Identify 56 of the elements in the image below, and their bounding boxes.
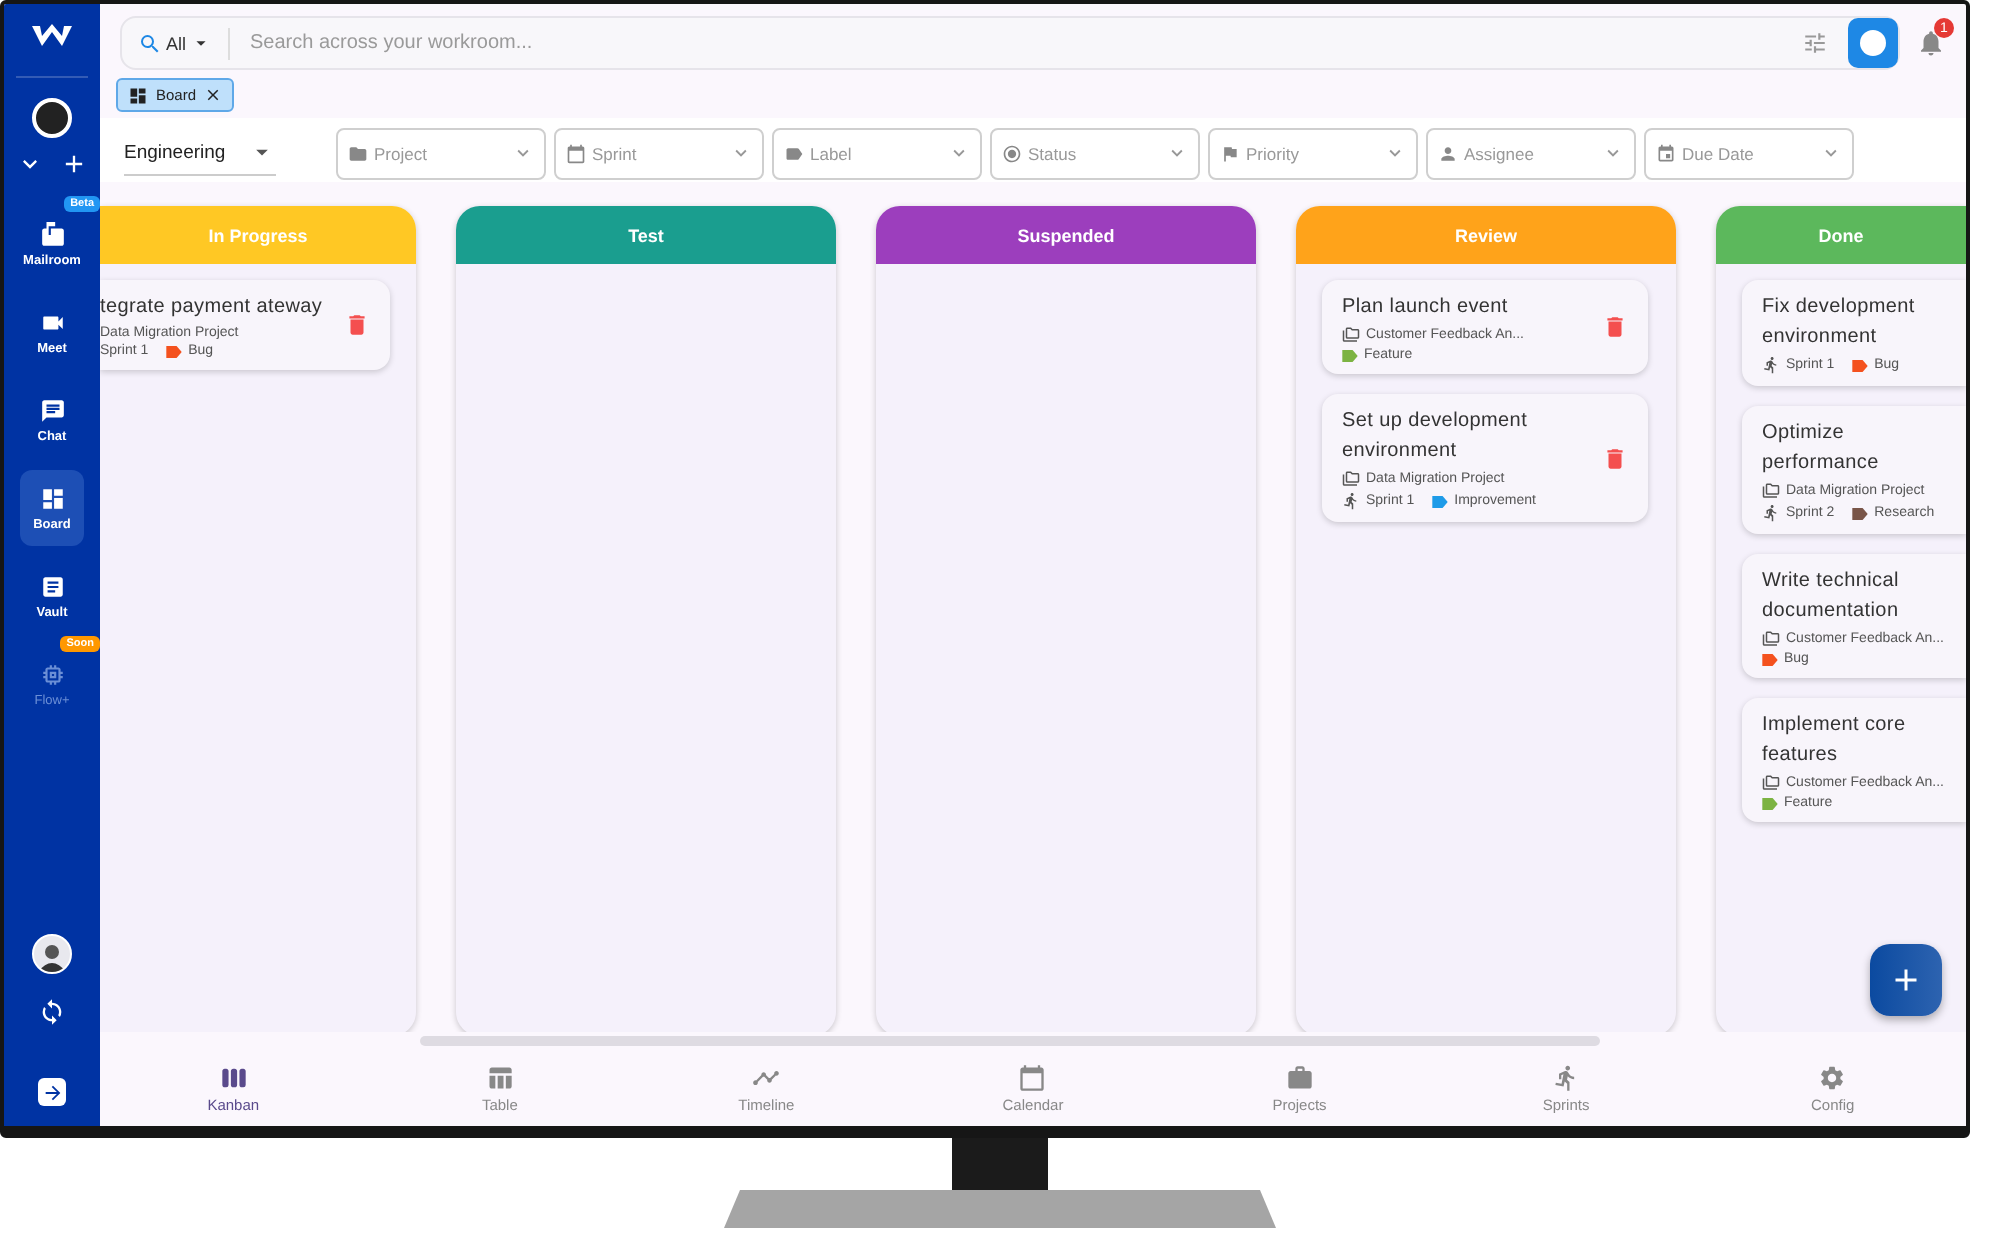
folders-icon xyxy=(1342,470,1360,488)
plus-icon[interactable] xyxy=(60,150,88,178)
chat-button[interactable] xyxy=(1848,18,1898,68)
column-header: Suspended xyxy=(876,206,1256,264)
card-title: Plan launch event xyxy=(1342,294,1510,322)
tag-icon xyxy=(784,143,804,163)
mailbox-icon xyxy=(39,221,65,247)
notification-bell-icon[interactable] xyxy=(1916,28,1946,58)
search-scope-dropdown[interactable]: All xyxy=(138,27,231,59)
dashboard-icon xyxy=(128,85,148,105)
card-title: Optimize performance xyxy=(1762,420,1881,478)
card-title: Fix development environment xyxy=(1762,294,1917,352)
folders-icon xyxy=(1342,326,1360,344)
add-button[interactable] xyxy=(1870,944,1942,1016)
logout-button[interactable] xyxy=(38,1078,66,1106)
user-avatar[interactable] xyxy=(32,934,72,974)
workspace-avatar[interactable] xyxy=(32,98,72,138)
calendar-icon xyxy=(1656,143,1676,163)
card-title: tegrate payment ateway xyxy=(100,294,325,322)
column-header: In Progress xyxy=(100,206,416,264)
sync-icon[interactable] xyxy=(38,998,66,1026)
filter-settings-icon[interactable] xyxy=(1802,30,1828,56)
running-person-icon xyxy=(1762,356,1780,374)
column-header: Test xyxy=(456,206,836,264)
card-title: Set up development environment xyxy=(1342,408,1530,466)
chat-icon xyxy=(39,397,65,423)
delete-icon[interactable] xyxy=(1602,445,1628,471)
settings-icon xyxy=(1818,1064,1847,1092)
columns-icon xyxy=(219,1064,248,1092)
folders-icon xyxy=(1762,774,1780,792)
search-icon xyxy=(138,31,162,55)
briefcase-icon xyxy=(1285,1064,1314,1092)
person-icon xyxy=(1438,143,1458,163)
scrollbar[interactable] xyxy=(420,1036,1600,1046)
folders-icon xyxy=(1762,482,1780,500)
column-header: Review xyxy=(1296,206,1676,264)
dashboard-icon xyxy=(39,485,65,511)
close-icon[interactable] xyxy=(204,86,223,104)
card-title: Implement core features xyxy=(1762,712,1908,770)
delete-icon[interactable] xyxy=(344,312,370,338)
calendar-icon xyxy=(566,143,586,163)
calendar-icon xyxy=(1018,1064,1047,1092)
flag-icon xyxy=(1220,143,1240,163)
team-select[interactable]: Engineering xyxy=(124,131,276,175)
chip-icon xyxy=(39,661,65,687)
column-header: Done xyxy=(1716,206,1966,264)
search-field[interactable]: All Search across your workroom... xyxy=(120,16,1900,70)
delete-icon[interactable] xyxy=(1602,314,1628,340)
document-icon xyxy=(39,573,65,599)
running-person-icon xyxy=(1342,492,1360,510)
radio-icon xyxy=(1002,143,1022,163)
table-icon xyxy=(485,1064,514,1092)
running-person-icon xyxy=(1762,504,1780,522)
folders-icon xyxy=(1762,630,1780,648)
card-title: Write technical documentation xyxy=(1762,568,1901,626)
folder-icon xyxy=(348,143,368,163)
